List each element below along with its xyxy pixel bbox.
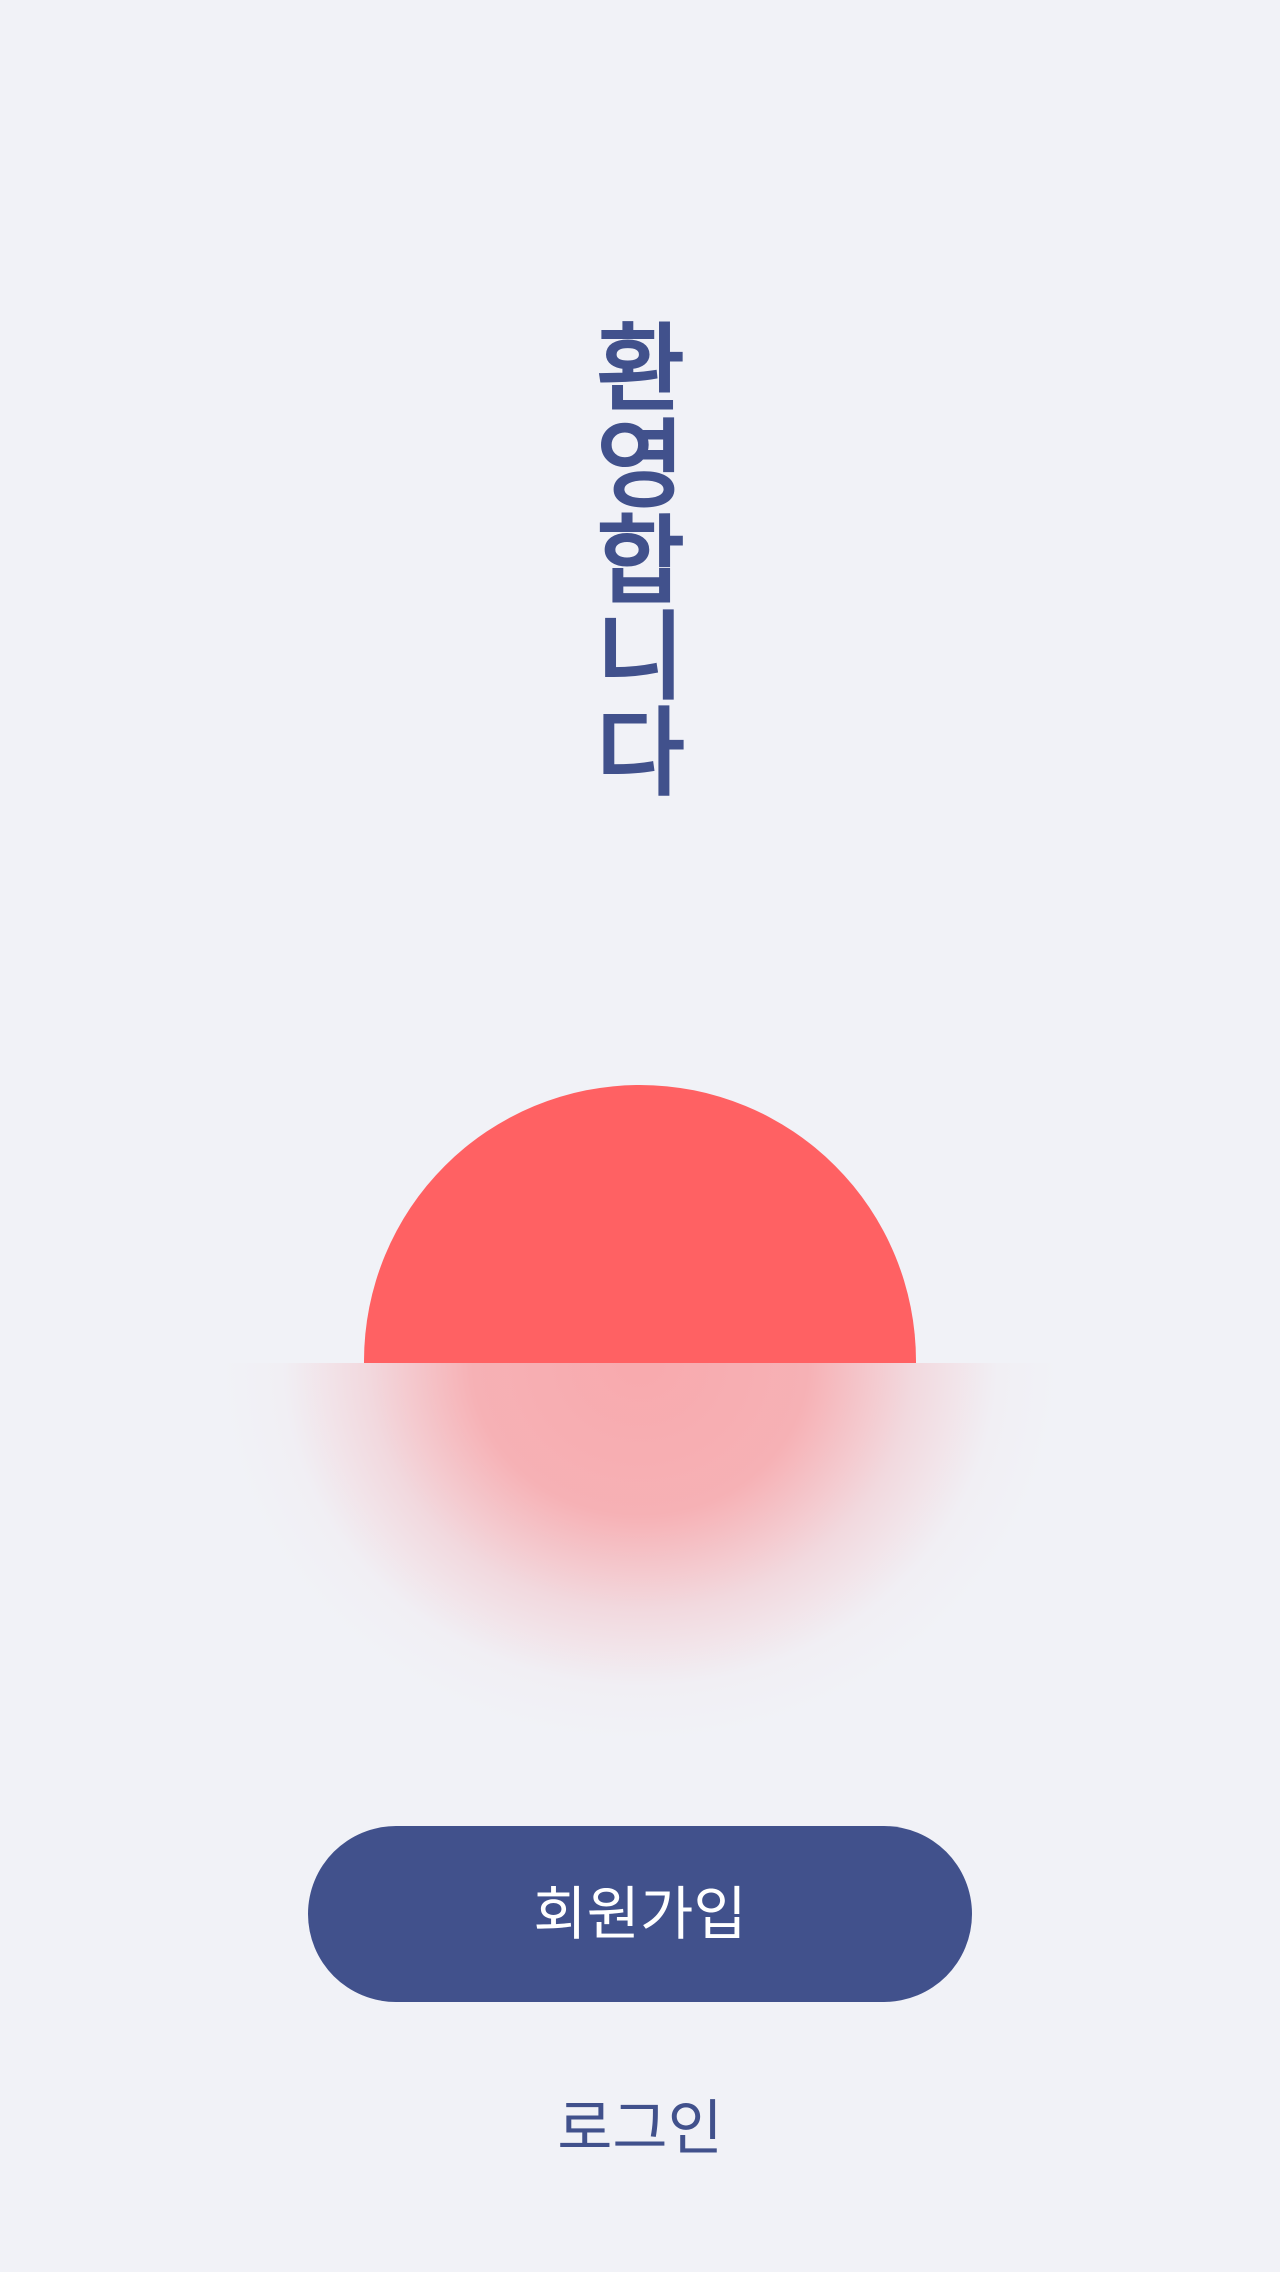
sun-reflection-glow	[140, 1363, 1140, 1783]
sun-half-circle	[364, 1085, 916, 1363]
signup-button[interactable]: 회원가입	[308, 1826, 972, 2002]
login-link[interactable]: 로그인	[440, 2084, 840, 2174]
welcome-title: 환영합니다	[576, 318, 688, 798]
